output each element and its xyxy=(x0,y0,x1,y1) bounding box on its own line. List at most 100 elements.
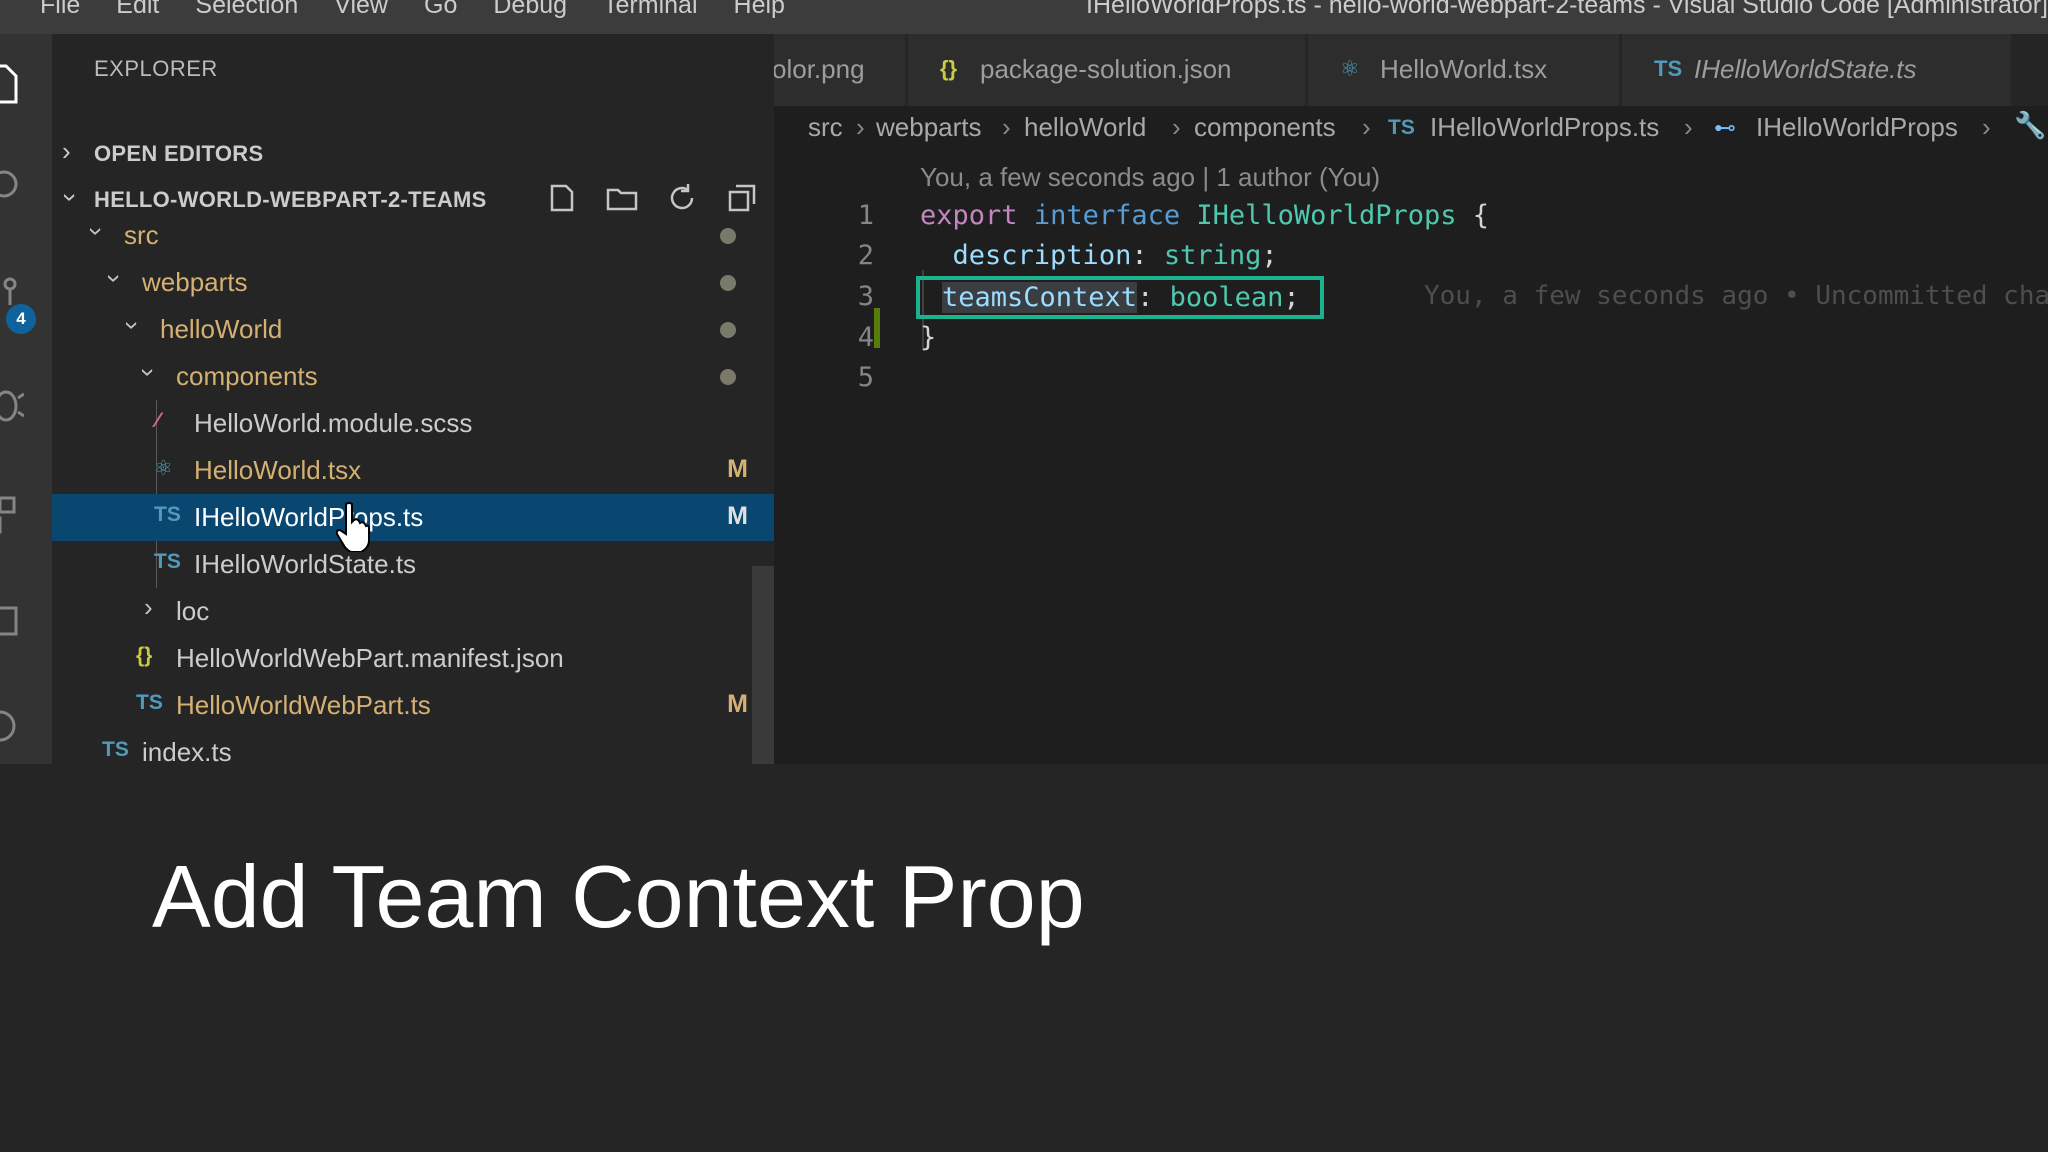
line-number: 1 xyxy=(857,200,874,231)
menu-terminal[interactable]: Terminal xyxy=(585,0,715,22)
status-dot xyxy=(720,369,736,385)
breadcrumb-item[interactable]: IHelloWorldProps xyxy=(1756,112,1958,143)
typescript-file-icon: TS xyxy=(136,691,163,714)
typescript-file-icon: TS xyxy=(1388,116,1415,139)
chevron-right-icon: › xyxy=(62,136,71,166)
chevron-down-icon: › xyxy=(55,193,86,202)
keyword-export: export xyxy=(920,200,1018,231)
brace-open: { xyxy=(1472,200,1490,231)
collapse-all-icon[interactable] xyxy=(724,180,760,216)
refresh-icon[interactable] xyxy=(664,180,700,216)
tab-bar: olor.png {} package-solution.json ⚛ Hell… xyxy=(774,34,2048,106)
tree-file-helloworldwebpart[interactable]: TS HelloWorldWebPart.ts M xyxy=(52,682,774,729)
tree-folder-src[interactable]: › src xyxy=(52,212,774,259)
chevron-right-icon: › xyxy=(856,112,865,142)
code-line-1[interactable]: 1 export interface IHelloWorldProps { xyxy=(774,196,2048,237)
semicolon: ; xyxy=(1283,282,1300,313)
sidebar-title: EXPLORER xyxy=(94,56,218,81)
tree-folder-helloworld[interactable]: › helloWorld xyxy=(52,306,774,353)
menu-selection[interactable]: Selection xyxy=(177,0,316,22)
explorer-icon[interactable] xyxy=(0,54,52,114)
tree-file-manifest[interactable]: {} HelloWorldWebPart.manifest.json xyxy=(52,635,774,682)
tree-file-ihelloworldstate[interactable]: TS IHelloWorldState.ts xyxy=(52,541,774,588)
menu-view[interactable]: View xyxy=(316,0,406,22)
colon: : xyxy=(1137,282,1154,313)
tree-label: HelloWorld.module.scss xyxy=(194,408,473,438)
debug-icon[interactable] xyxy=(0,374,52,434)
chevron-down-icon: › xyxy=(81,227,112,236)
chevron-right-icon: › xyxy=(1982,112,1991,142)
modified-badge: M xyxy=(727,502,748,530)
tab-label: package-solution.json xyxy=(980,54,1232,84)
semicolon: ; xyxy=(1261,240,1278,271)
inline-blame: You, a few seconds ago • Uncommitted cha… xyxy=(1424,281,2048,311)
video-caption: Add Team Context Prop xyxy=(152,847,1085,946)
codelens-blame[interactable]: You, a few seconds ago | 1 author (You) xyxy=(920,162,1380,193)
code-line-4[interactable]: 4 } xyxy=(774,318,2048,359)
breadcrumb-item[interactable]: helloWorld xyxy=(1024,112,1146,143)
tab-label: olor.png xyxy=(774,54,865,84)
remote-explorer-icon[interactable] xyxy=(0,594,52,654)
tree-label: src xyxy=(124,220,159,250)
breadcrumb-item[interactable]: components xyxy=(1194,112,1336,143)
tree-label: IHelloWorldState.ts xyxy=(194,549,417,579)
typescript-file-icon: TS xyxy=(154,550,181,573)
new-folder-icon[interactable] xyxy=(604,180,640,216)
new-file-icon[interactable] xyxy=(544,180,580,216)
interface-symbol-icon: ⊷ xyxy=(1714,115,1736,140)
tree-folder-webparts[interactable]: › webparts xyxy=(52,259,774,306)
sass-file-icon: ⁄ xyxy=(156,409,160,432)
property-type: boolean xyxy=(1169,282,1284,313)
tab-package-solution[interactable]: {} package-solution.json xyxy=(908,34,1306,106)
interface-name: IHelloWorldProps xyxy=(1196,200,1457,231)
line-number: 4 xyxy=(857,322,874,353)
tab-label: IHelloWorldState.ts xyxy=(1694,54,1917,84)
wrench-icon[interactable]: 🔧 xyxy=(2014,110,2046,141)
tree-label: IHelloWorldProps.ts xyxy=(194,502,424,532)
tab-helloworld-tsx[interactable]: ⚛ HelloWorld.tsx xyxy=(1308,34,1620,106)
tree-folder-loc[interactable]: › loc xyxy=(52,588,774,635)
tab-ihelloworldstate[interactable]: TS IHelloWorldState.ts xyxy=(1622,34,2012,106)
menu-file[interactable]: File xyxy=(0,0,98,22)
sidebar-scrollbar[interactable] xyxy=(752,566,774,764)
menu-help[interactable]: Help xyxy=(716,0,803,22)
tree-label: index.ts xyxy=(142,737,232,764)
chevron-right-icon: › xyxy=(1684,112,1693,142)
property-name: description xyxy=(952,240,1132,271)
tree-file-helloworld-tsx[interactable]: ⚛ HelloWorld.tsx M xyxy=(52,447,774,494)
typescript-file-icon: TS xyxy=(1654,56,1683,81)
json-file-icon: {} xyxy=(940,56,958,81)
property-type: string xyxy=(1163,240,1262,271)
line-number: 3 xyxy=(857,281,874,312)
menu-edit[interactable]: Edit xyxy=(98,0,177,22)
source-control-badge: 4 xyxy=(6,304,36,334)
menu-go[interactable]: Go xyxy=(406,0,475,22)
search-icon[interactable] xyxy=(0,158,52,218)
open-editors-section[interactable]: › OPEN EDITORS xyxy=(52,130,774,176)
open-editors-label: OPEN EDITORS xyxy=(94,141,264,166)
tree-file-scss[interactable]: ⁄ HelloWorld.module.scss xyxy=(52,400,774,447)
react-file-icon: ⚛ xyxy=(154,457,173,480)
tree-file-index[interactable]: TS index.ts xyxy=(52,729,774,764)
editor-area: olor.png {} package-solution.json ⚛ Hell… xyxy=(774,34,2048,764)
react-file-icon: ⚛ xyxy=(1340,56,1360,81)
tree-folder-components[interactable]: › components xyxy=(52,353,774,400)
menu-debug[interactable]: Debug xyxy=(475,0,585,22)
live-share-icon[interactable] xyxy=(0,698,52,758)
extensions-icon[interactable] xyxy=(0,486,52,546)
tree-label: components xyxy=(176,361,318,391)
window-title: IHelloWorldProps.ts - hello-world-webpar… xyxy=(1086,0,2048,19)
title-bar: File Edit Selection View Go Debug Termin… xyxy=(0,0,2048,34)
code-line-5[interactable]: 5 xyxy=(774,358,2048,399)
code-line-3[interactable]: 3 teamsContext: boolean; You, a few seco… xyxy=(774,276,2048,319)
chevron-right-icon: › xyxy=(144,592,153,622)
keyword-interface: interface xyxy=(1033,200,1181,231)
breadcrumb-item[interactable]: src xyxy=(808,112,843,143)
line-number: 5 xyxy=(857,362,874,393)
tab-color-png[interactable]: olor.png xyxy=(774,34,906,106)
breadcrumb-item[interactable]: webparts xyxy=(876,112,982,143)
breadcrumb-item[interactable]: IHelloWorldProps.ts xyxy=(1430,112,1659,143)
status-dot xyxy=(720,275,736,291)
code-line-2[interactable]: 2 description: string; xyxy=(774,236,2048,277)
tree-file-ihelloworldprops[interactable]: TS IHelloWorldProps.ts M xyxy=(52,494,774,541)
